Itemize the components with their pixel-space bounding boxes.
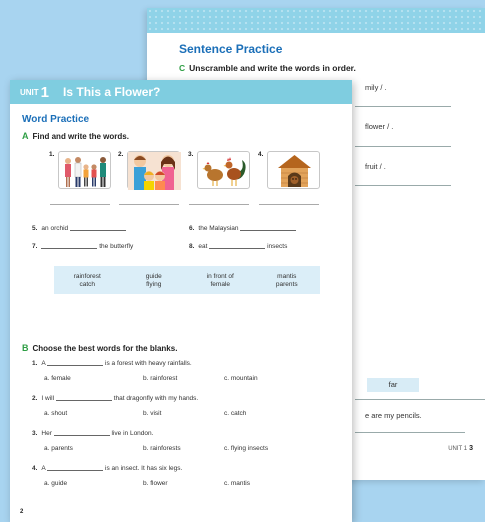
fill-item-7: 7. the butterfly: [32, 243, 134, 250]
question-blank: [47, 365, 104, 366]
unit-label: UNIT: [20, 87, 39, 97]
question-blank: [47, 470, 104, 471]
scramble-fragment-2: flower / .: [365, 122, 394, 131]
unit-title: Is This a Flower?: [63, 85, 161, 99]
question-4-option-b: b. flower: [143, 480, 168, 487]
question-blank: [53, 435, 110, 436]
section-c-letter: C: [179, 63, 186, 73]
question-1-option-b: b. rainforest: [143, 375, 178, 382]
family-illustration: [128, 152, 181, 190]
picture-chickens: 3.: [188, 151, 250, 189]
answer-line-1: [50, 204, 110, 205]
word-chip-far: far: [367, 378, 419, 392]
question-1-option-c: c. mountain: [224, 375, 258, 382]
section-b-instruction: B Choose the best words for the blanks.: [22, 343, 178, 353]
fill-blank: [69, 230, 126, 231]
word-bank-item: guide: [145, 272, 162, 280]
left-page-number: 2: [20, 509, 24, 515]
question-2-option-c: c. catch: [224, 410, 247, 417]
question-3-option-c: c. flying insects: [224, 445, 269, 452]
word-practice-title: Word Practice: [22, 114, 90, 125]
doghouse-illustration: [278, 155, 311, 187]
picture-family: 2.: [118, 151, 181, 190]
fill-item-5: 5. an orchid: [32, 225, 126, 232]
question-3: 3. Her live in London.: [32, 430, 154, 437]
word-bank-item: rainforest: [73, 272, 101, 280]
fill-blank: [209, 248, 266, 249]
section-a-instruction: A Find and write the words.: [22, 131, 129, 141]
people-illustration: [65, 157, 106, 187]
writing-line: [355, 399, 485, 400]
bottom-sentence-fragment: e are my pencils.: [365, 411, 422, 420]
answer-line-3: [189, 204, 249, 205]
picture-doghouse: 4.: [258, 151, 320, 189]
answer-line-4: [259, 204, 319, 205]
scramble-answer-line-1: [355, 106, 451, 107]
sentence-practice-title: Sentence Practice: [179, 42, 283, 56]
unit-header: UNIT 1 Is This a Flower?: [10, 80, 352, 104]
scramble-fragment-3: fruit / .: [365, 162, 386, 171]
question-1: 1. A is a forest with heavy rainfalls.: [32, 360, 192, 367]
picture-people: 1.: [49, 151, 111, 189]
question-blank: [55, 400, 112, 401]
fill-item-6: 6. the Malaysian: [189, 225, 297, 232]
word-bank: rainforest guide in front of mantis catc…: [54, 266, 320, 294]
scramble-answer-line-3: [355, 185, 451, 186]
scramble-fragment-1: mily / .: [365, 83, 387, 92]
word-bank-item: in front of: [206, 272, 234, 280]
answer-line-2: [119, 204, 179, 205]
word-bank-item: flying: [146, 280, 162, 288]
fill-item-8: 8. eat insects: [189, 243, 288, 250]
question-4: 4. A is an insect. It has six legs.: [32, 465, 183, 472]
question-4-option-c: c. mantis: [224, 480, 251, 487]
word-bank-item: parents: [275, 280, 298, 288]
question-4-option-a: a. guide: [44, 480, 68, 487]
question-1-option-a: a. female: [44, 375, 71, 382]
writing-line: [355, 432, 465, 433]
fill-blank: [240, 230, 297, 231]
question-2: 2. I will that dragonfly with my hands.: [32, 395, 199, 402]
section-c-instruction: C Unscramble and write the words in order…: [179, 63, 356, 73]
right-page-footer: UNIT 13: [448, 445, 473, 452]
question-2-option-a: a. shout: [44, 410, 68, 417]
question-3-option-a: a. parents: [44, 445, 73, 452]
chickens-illustration: [202, 157, 246, 186]
unit-number: 1: [40, 83, 50, 101]
right-page-header-band: [147, 8, 485, 33]
word-bank-item: catch: [79, 280, 96, 288]
question-2-option-b: b. visit: [143, 410, 162, 417]
fill-blank: [41, 248, 98, 249]
question-3-option-b: b. rainforests: [143, 445, 181, 452]
word-bank-item: mantis: [277, 272, 297, 280]
scramble-answer-line-2: [355, 146, 451, 147]
word-bank-item: female: [210, 280, 230, 288]
left-page: UNIT 1 Is This a Flower? Word Practice A…: [10, 80, 352, 522]
